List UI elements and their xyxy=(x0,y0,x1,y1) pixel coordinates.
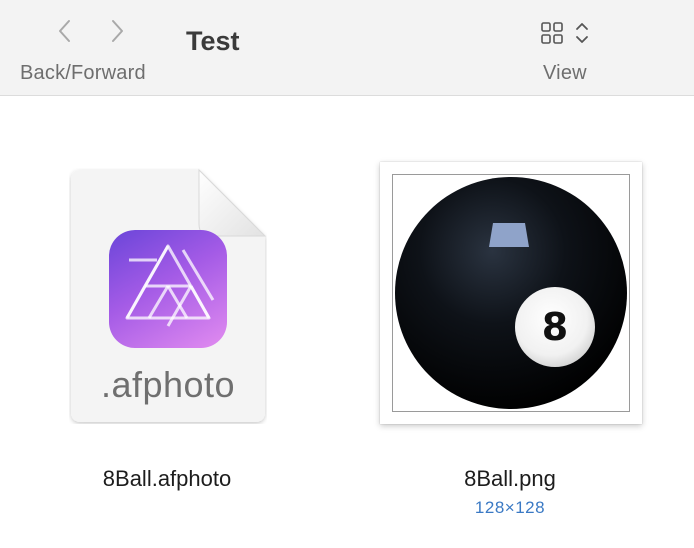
up-down-chevron-icon xyxy=(576,23,588,43)
view-mode-button[interactable] xyxy=(538,16,604,50)
file-item-png[interactable]: 8 8Ball.png 128×128 xyxy=(380,96,642,536)
forward-button[interactable] xyxy=(100,14,134,48)
view-label: View xyxy=(543,62,587,84)
file-name[interactable]: 8Ball.afphoto xyxy=(37,466,297,492)
file-grid: .afphoto 8Ball.afphoto 8 8Ball.png 128×1… xyxy=(0,96,694,548)
aperture-icon xyxy=(125,244,215,327)
image-thumbnail: 8 xyxy=(380,162,642,424)
grid-view-icon xyxy=(541,22,563,44)
back-button[interactable] xyxy=(48,14,82,48)
affinity-photo-logo xyxy=(109,230,227,348)
thumbnail-border: 8 xyxy=(392,174,630,412)
file-name[interactable]: 8Ball.png xyxy=(380,466,640,492)
back-forward-label: Back/Forward xyxy=(20,62,146,84)
chevron-left-icon xyxy=(59,20,70,42)
file-extension-label: .afphoto xyxy=(100,364,236,405)
chevron-right-icon xyxy=(112,20,123,42)
ball-number: 8 xyxy=(542,305,568,349)
eight-ball-thumbnail: 8 xyxy=(393,175,629,411)
image-dimensions: 128×128 xyxy=(474,498,546,517)
window-title: Test xyxy=(186,26,240,56)
toolbar: Back/Forward Test View xyxy=(0,0,694,96)
file-item-afphoto[interactable]: .afphoto 8Ball.afphoto xyxy=(37,96,297,536)
finder-window: Back/Forward Test View .afphoto 8Ball.af… xyxy=(0,0,694,548)
